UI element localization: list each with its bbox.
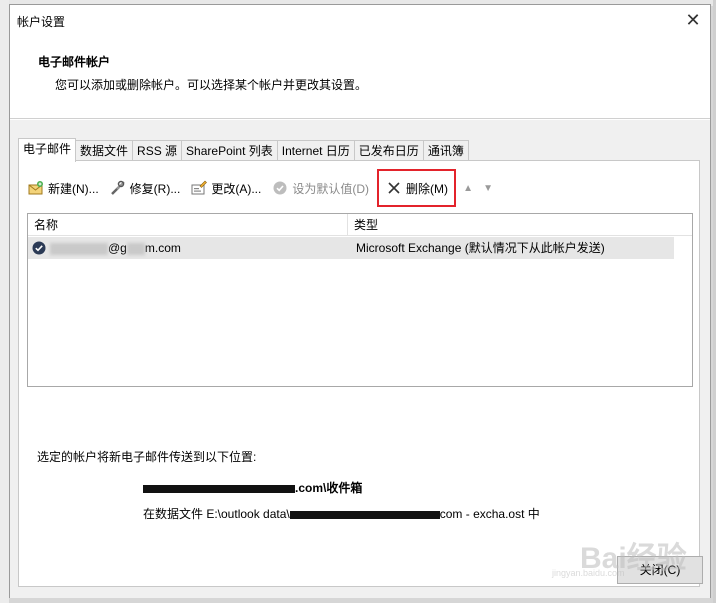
account-settings-dialog: 帐户设置 ✕ 电子邮件帐户 您可以添加或删除帐户。可以选择某个帐户并更改其设置。…: [9, 4, 711, 598]
account-row[interactable]: @g m.com Microsoft Exchange (默认情况下从此帐户发送): [28, 237, 674, 259]
change-account-label: 更改(A)...: [211, 181, 262, 196]
tab-rss-feeds[interactable]: RSS 源: [132, 140, 183, 162]
move-down-arrow-icon[interactable]: ▼: [478, 177, 498, 199]
new-account-button[interactable]: 新建(N)...: [23, 177, 103, 199]
window-title: 帐户设置: [17, 15, 66, 29]
redacted-domain: [126, 242, 145, 255]
new-account-icon: [27, 180, 45, 196]
close-icon[interactable]: ✕: [682, 9, 704, 31]
tab-sharepoint-lists[interactable]: SharePoint 列表: [181, 140, 278, 162]
delivery-target-folder: .com\收件箱: [295, 481, 363, 495]
delivery-label: 选定的帐户将新电子邮件传送到以下位置:: [37, 450, 257, 464]
account-name-domain-start: @g: [108, 241, 127, 255]
tab-data-files[interactable]: 数据文件: [75, 140, 134, 162]
tab-internet-calendars[interactable]: Internet 日历: [276, 140, 355, 162]
remove-account-label: 删除(M): [406, 181, 449, 196]
account-type: Microsoft Exchange (默认情况下从此帐户发送): [356, 241, 605, 255]
delivery-file-prefix: 在数据文件 E:\outlook data\: [143, 507, 290, 521]
title-bar: 帐户设置 ✕: [10, 5, 710, 35]
account-name-domain-end: m.com: [144, 241, 181, 255]
new-account-label: 新建(N)...: [48, 181, 99, 196]
delivery-target: .com\收件箱: [143, 479, 362, 496]
repair-account-label: 修复(R)...: [129, 181, 181, 196]
change-account-button[interactable]: 更改(A)...: [186, 177, 265, 199]
column-header-type[interactable]: 类型: [348, 214, 674, 236]
account-list-header: 名称 类型: [28, 214, 692, 236]
redacted-username: [50, 242, 108, 255]
default-account-check-icon: [32, 241, 46, 255]
email-tab-panel: 新建(N)... 修复(R)... 更改(A)... 设为默认值(D) 删除(M…: [18, 160, 700, 587]
tab-address-books[interactable]: 通讯簿: [422, 140, 469, 162]
close-button[interactable]: 关闭(C): [617, 556, 703, 584]
delete-x-icon: [385, 180, 403, 196]
column-header-name[interactable]: 名称: [28, 214, 348, 236]
check-circle-icon: [271, 180, 289, 196]
header-description: 您可以添加或删除帐户。可以选择某个帐户并更改其设置。: [55, 78, 368, 92]
delivery-file-suffix: com - excha.ost 中: [439, 507, 540, 521]
account-name: @g m.com: [50, 237, 181, 259]
background-app-edge: [0, 0, 9, 603]
tab-strip: 电子邮件 数据文件 RSS 源 SharePoint 列表 Internet 日…: [18, 138, 469, 162]
account-list: 名称 类型 @g m.com Microsoft Exchange (默认情况下从…: [27, 213, 693, 387]
tools-icon: [109, 180, 127, 196]
dialog-header: 电子邮件帐户 您可以添加或删除帐户。可以选择某个帐户并更改其设置。: [10, 35, 710, 119]
set-default-label: 设为默认值(D): [292, 181, 370, 196]
header-title: 电子邮件帐户: [38, 55, 111, 69]
remove-account-button[interactable]: 删除(M): [377, 169, 457, 207]
redacted-file-account: [289, 510, 440, 519]
edit-card-icon: [190, 180, 208, 196]
tab-email[interactable]: 电子邮件: [18, 138, 77, 162]
delivery-data-file: 在数据文件 E:\outlook data\ com - excha.ost 中: [143, 505, 540, 522]
repair-account-button[interactable]: 修复(R)...: [105, 177, 185, 199]
tab-published-calendars[interactable]: 已发布日历: [353, 140, 424, 162]
move-up-arrow-icon[interactable]: ▲: [458, 177, 478, 199]
set-default-button[interactable]: 设为默认值(D): [267, 177, 373, 199]
account-toolbar: 新建(N)... 修复(R)... 更改(A)... 设为默认值(D) 删除(M…: [23, 169, 498, 207]
redacted-target-account: [143, 484, 295, 493]
dialog-body: 电子邮件 数据文件 RSS 源 SharePoint 列表 Internet 日…: [10, 120, 710, 598]
